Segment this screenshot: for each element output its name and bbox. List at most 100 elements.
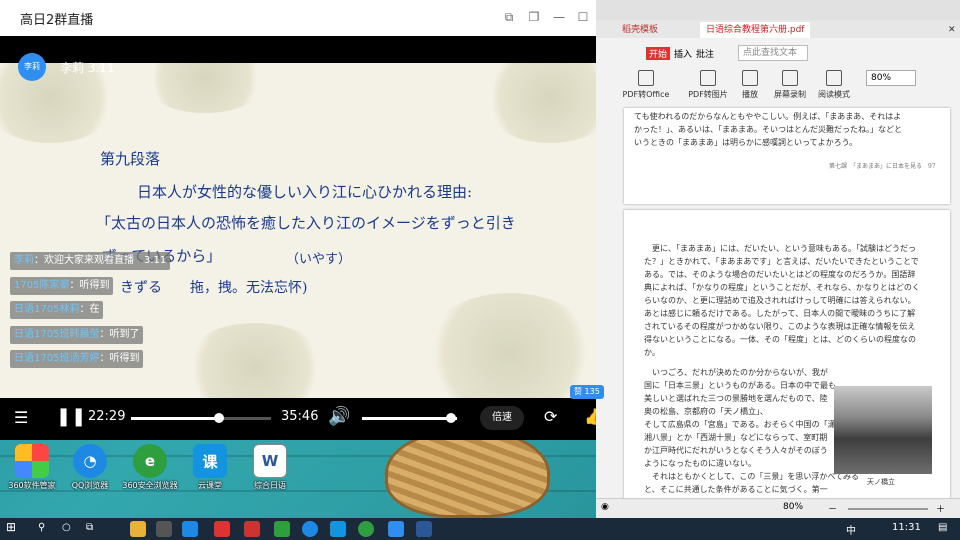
tool-label: 屏幕录制 [774,90,806,99]
volume-handle[interactable] [446,413,456,423]
file-explorer-icon[interactable] [130,521,146,537]
pdf-zoom-select[interactable]: 80% [866,70,916,86]
pdf-status-bar: ◉ 80% － ＋ [596,498,960,518]
total-time: 35:46 [281,409,319,424]
progress-handle[interactable] [214,413,225,423]
dingtalk-icon[interactable] [388,521,404,537]
chat-sender: 1705陈家豪 [14,280,70,291]
spreadsheet-icon[interactable] [274,521,290,537]
zoom-slider[interactable] [848,508,928,510]
pdf-title-strip [596,0,960,20]
wechat-icon[interactable] [358,521,374,537]
pdf-text-line: ようになったものに違いない。 [644,459,756,468]
volume-icon[interactable]: 🔊 [328,406,350,427]
menu-start[interactable]: 开始 [646,47,671,60]
slide-reading: （いやす） [286,252,352,267]
tab-pdf-document[interactable]: 日语综合教程第六册.pdf [700,22,811,38]
menu-annotate[interactable]: 批注 [696,47,714,60]
tab-template[interactable]: 稻壳模板 [616,22,664,38]
edge-icon[interactable] [302,521,318,537]
360-browser-icon: e [133,444,167,478]
desktop-icon-label: QQ浏览器 [71,481,109,490]
notification-icon[interactable]: ▤ [938,522,947,533]
pdf-search-input[interactable]: 点此查找文本 [738,45,808,61]
tool-label: PDF转Office [622,90,670,99]
pdf-text-line: 得ないということになる。一体、その「程度」とは、どのくらいの程度なの [644,335,916,344]
chat-sender: 日语1705班韩晨莹 [14,329,100,340]
chat-sender: 李莉 [14,255,34,266]
desktop-icon-label: 360安全浏览器 [122,481,178,490]
pin-window-icon[interactable]: ⧉ [500,8,518,26]
rotate-icon[interactable]: ⟳ [544,407,557,426]
close-tab-icon[interactable]: ✕ [942,22,960,38]
word-document-icon: W [253,444,287,478]
desktop-icon-word-document[interactable]: W 综合日语 [238,444,302,491]
pdf-text-line: いつごろ、だれが決めたのか分からないが、我が [644,368,828,377]
wps-icon[interactable] [214,521,230,537]
pdf-app-icon[interactable] [244,521,260,537]
eye-icon[interactable]: ◉ [601,502,609,512]
cortana-icon[interactable]: ○ [62,522,71,533]
pdf-text-line: 典によれば、「かなりの程度」ということだが、それなら、かなりとはどのく [644,283,920,292]
maximize-icon[interactable]: ☐ [574,8,592,26]
desktop-icon-360-browser[interactable]: e 360安全浏览器 [118,444,182,491]
desktop-icon-cloud-classroom[interactable]: 课 云课堂 [178,444,242,491]
store-icon[interactable] [156,521,172,537]
desktop-icon-label: 360软件管家 [8,481,56,490]
pdf-text-line: 湘八景」とか「西湖十景」などにならって、室町期 [644,433,828,442]
speed-button[interactable]: 倍速 [480,406,524,430]
menu-insert[interactable]: 插入 [674,47,692,60]
slide-decoration [140,63,270,113]
page-footer: 第七課 「まあまあ」に日本を見る 97 [829,163,936,170]
pdf-to-office-icon [638,70,654,86]
volume-bar[interactable] [362,417,457,420]
slide-line: 「太古の日本人の恐怖を癒した入り江のイメージをずっと引き [96,214,516,232]
taskbar: ⊞ ⚲ ○ ⧉ 中 11:31 ▤ [0,518,960,540]
pause-button[interactable]: ❚❚ [56,406,86,427]
status-zoom: 80% [783,502,804,512]
start-menu-icon[interactable]: ⊞ [6,520,16,534]
presenter-avatar[interactable]: 李莉 [18,53,46,81]
chat-text: ：欢迎大家来观看直播 3.11 [34,255,167,266]
pdf-text-line: そして広島県の「宮島」である。おそらく中国の「潇 [644,420,836,429]
qq-browser-icon: ◔ [73,444,107,478]
pdf-text-line: と、そこに共通した条件があることに気づく。第一 [644,485,828,494]
wallpaper-basket [385,428,550,518]
tool-reading-mode[interactable]: 阅读模式 [808,70,860,100]
desktop-icon-360-software-manager[interactable]: 360软件管家 [0,444,64,491]
danmaku-toggle-icon[interactable]: ☰ [14,408,28,427]
desktop-icon-qq-browser[interactable]: ◔ QQ浏览器 [58,444,122,491]
chat-message: 李莉：欢迎大家来观看直播 3.11 [10,252,171,270]
chat-text: ：听到了 [99,329,140,340]
ie-icon[interactable] [330,521,346,537]
pdf-page-text: いつごろ、だれが決めたのか分からないが、我が 国に「日本三景」というものがある。日… [644,366,859,496]
zoom-out-icon[interactable]: － [828,502,837,515]
slide-decoration [180,323,330,398]
desktop-icon-label: 云课堂 [198,481,222,490]
pdf-page: ても使われるのだからなんともややこしい。例えば、「まあまあ、それはよ かった！」、… [624,108,950,204]
pdf-text-line: た？」ときかれて、「まあまあです」と言えば、だいたいできたということで [644,257,919,266]
ime-indicator[interactable]: 中 [846,522,856,537]
tool-label: PDF转图片 [688,90,728,99]
float-window-icon[interactable]: ❐ [525,8,543,26]
cloud-classroom-icon: 课 [193,444,227,478]
minimize-icon[interactable]: — [550,8,568,26]
window-title: 高日2群直播 [20,12,94,28]
chat-sender: 日语1705林莉 [14,304,80,315]
pdf-text-line: らいなのか、と更に理詰めで追及されればけっして明確には答えられない。 [644,296,916,305]
clock[interactable]: 11:31 [892,522,921,533]
slide-line: きずる 拖，拽。无法忘怀) [120,280,308,296]
progress-bar[interactable] [131,417,271,420]
tool-label: 播放 [742,90,758,99]
pdf-menu-bar: 开始 插入 批注 点此查找文本 [596,44,960,64]
tool-pdf-to-office[interactable]: PDF转Office [620,70,672,100]
pdf-photo [834,386,932,474]
task-view-icon[interactable]: ⧉ [86,522,93,533]
pdf-text-line: 更に、「まあまあ」には、だいたい、という意味もある。「試験はどうだっ [644,244,916,253]
chat-text: ：听得到 [69,280,110,291]
word-icon[interactable] [416,521,432,537]
search-icon[interactable]: ⚲ [38,522,45,533]
software-manager-icon [15,444,49,478]
mail-icon[interactable] [182,521,198,537]
zoom-in-icon[interactable]: ＋ [936,502,945,515]
